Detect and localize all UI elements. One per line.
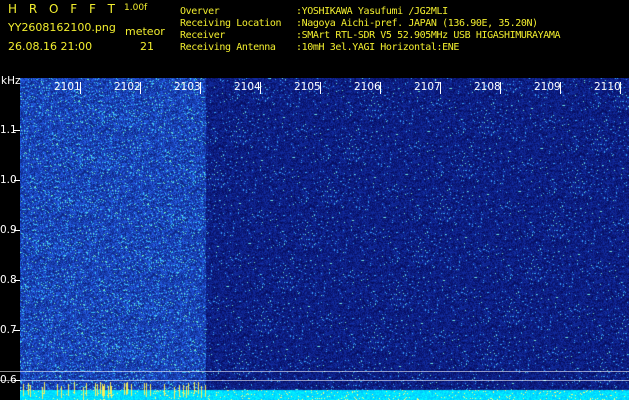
y-tick-mark xyxy=(14,230,20,231)
header-panel: H R O F F T 1.00f YY2608162100.png 26.08… xyxy=(0,0,629,76)
x-tick-label: 2110 xyxy=(594,81,621,93)
x-tick-mark xyxy=(200,82,201,94)
x-tick-mark xyxy=(620,82,621,94)
info-label-antenna: Receiving Antenna xyxy=(180,42,276,53)
meteor-count-label: meteor xyxy=(125,25,165,38)
info-label-observer: Overver xyxy=(180,6,220,17)
waterfall-plot xyxy=(20,78,629,400)
x-tick-label: 2106 xyxy=(354,81,381,93)
x-tick-label: 2101 xyxy=(54,81,81,93)
x-tick-mark xyxy=(500,82,501,94)
filename-label: YY2608162100.png xyxy=(8,21,116,34)
info-label-receiver: Receiver xyxy=(180,30,225,41)
x-tick-label: 2109 xyxy=(534,81,561,93)
x-tick-mark xyxy=(440,82,441,94)
info-value-observer: :YOSHIKAWA Yasufumi /JG2MLI xyxy=(296,6,448,17)
x-tick-mark xyxy=(380,82,381,94)
x-tick-label: 2103 xyxy=(174,81,201,93)
info-value-receiver: :SMArt RTL-SDR V5 52.905MHz USB HIGASHIM… xyxy=(296,30,561,41)
y-tick-mark xyxy=(14,130,20,131)
frequency-guide-line-upper xyxy=(0,371,629,372)
y-axis-unit: kHz xyxy=(1,75,21,87)
x-tick-label: 2107 xyxy=(414,81,441,93)
info-value-location: :Nagoya Aichi-pref. JAPAN (136.90E, 35.2… xyxy=(296,18,538,29)
x-tick-label: 2108 xyxy=(474,81,501,93)
version-label: 1.00f xyxy=(124,3,148,13)
y-tick-mark xyxy=(14,330,20,331)
x-tick-mark xyxy=(320,82,321,94)
frequency-guide-line-lower xyxy=(0,380,629,381)
app-title: H R O F F T xyxy=(8,2,120,16)
x-tick-label: 2102 xyxy=(114,81,141,93)
info-label-location: Receiving Location xyxy=(180,18,282,29)
y-tick-mark xyxy=(14,280,20,281)
x-tick-mark xyxy=(140,82,141,94)
meteor-count-value: 21 xyxy=(140,40,154,53)
datetime-label: 26.08.16 21:00 xyxy=(8,40,93,53)
info-value-antenna: :10mH 3el.YAGI Horizontal:ENE xyxy=(296,42,459,53)
x-tick-mark xyxy=(560,82,561,94)
waterfall-spectrogram xyxy=(20,78,629,400)
y-tick-mark xyxy=(14,380,20,381)
x-tick-label: 2104 xyxy=(234,81,261,93)
x-tick-label: 2105 xyxy=(294,81,321,93)
y-tick-mark xyxy=(14,180,20,181)
x-tick-mark xyxy=(260,82,261,94)
x-tick-mark xyxy=(80,82,81,94)
